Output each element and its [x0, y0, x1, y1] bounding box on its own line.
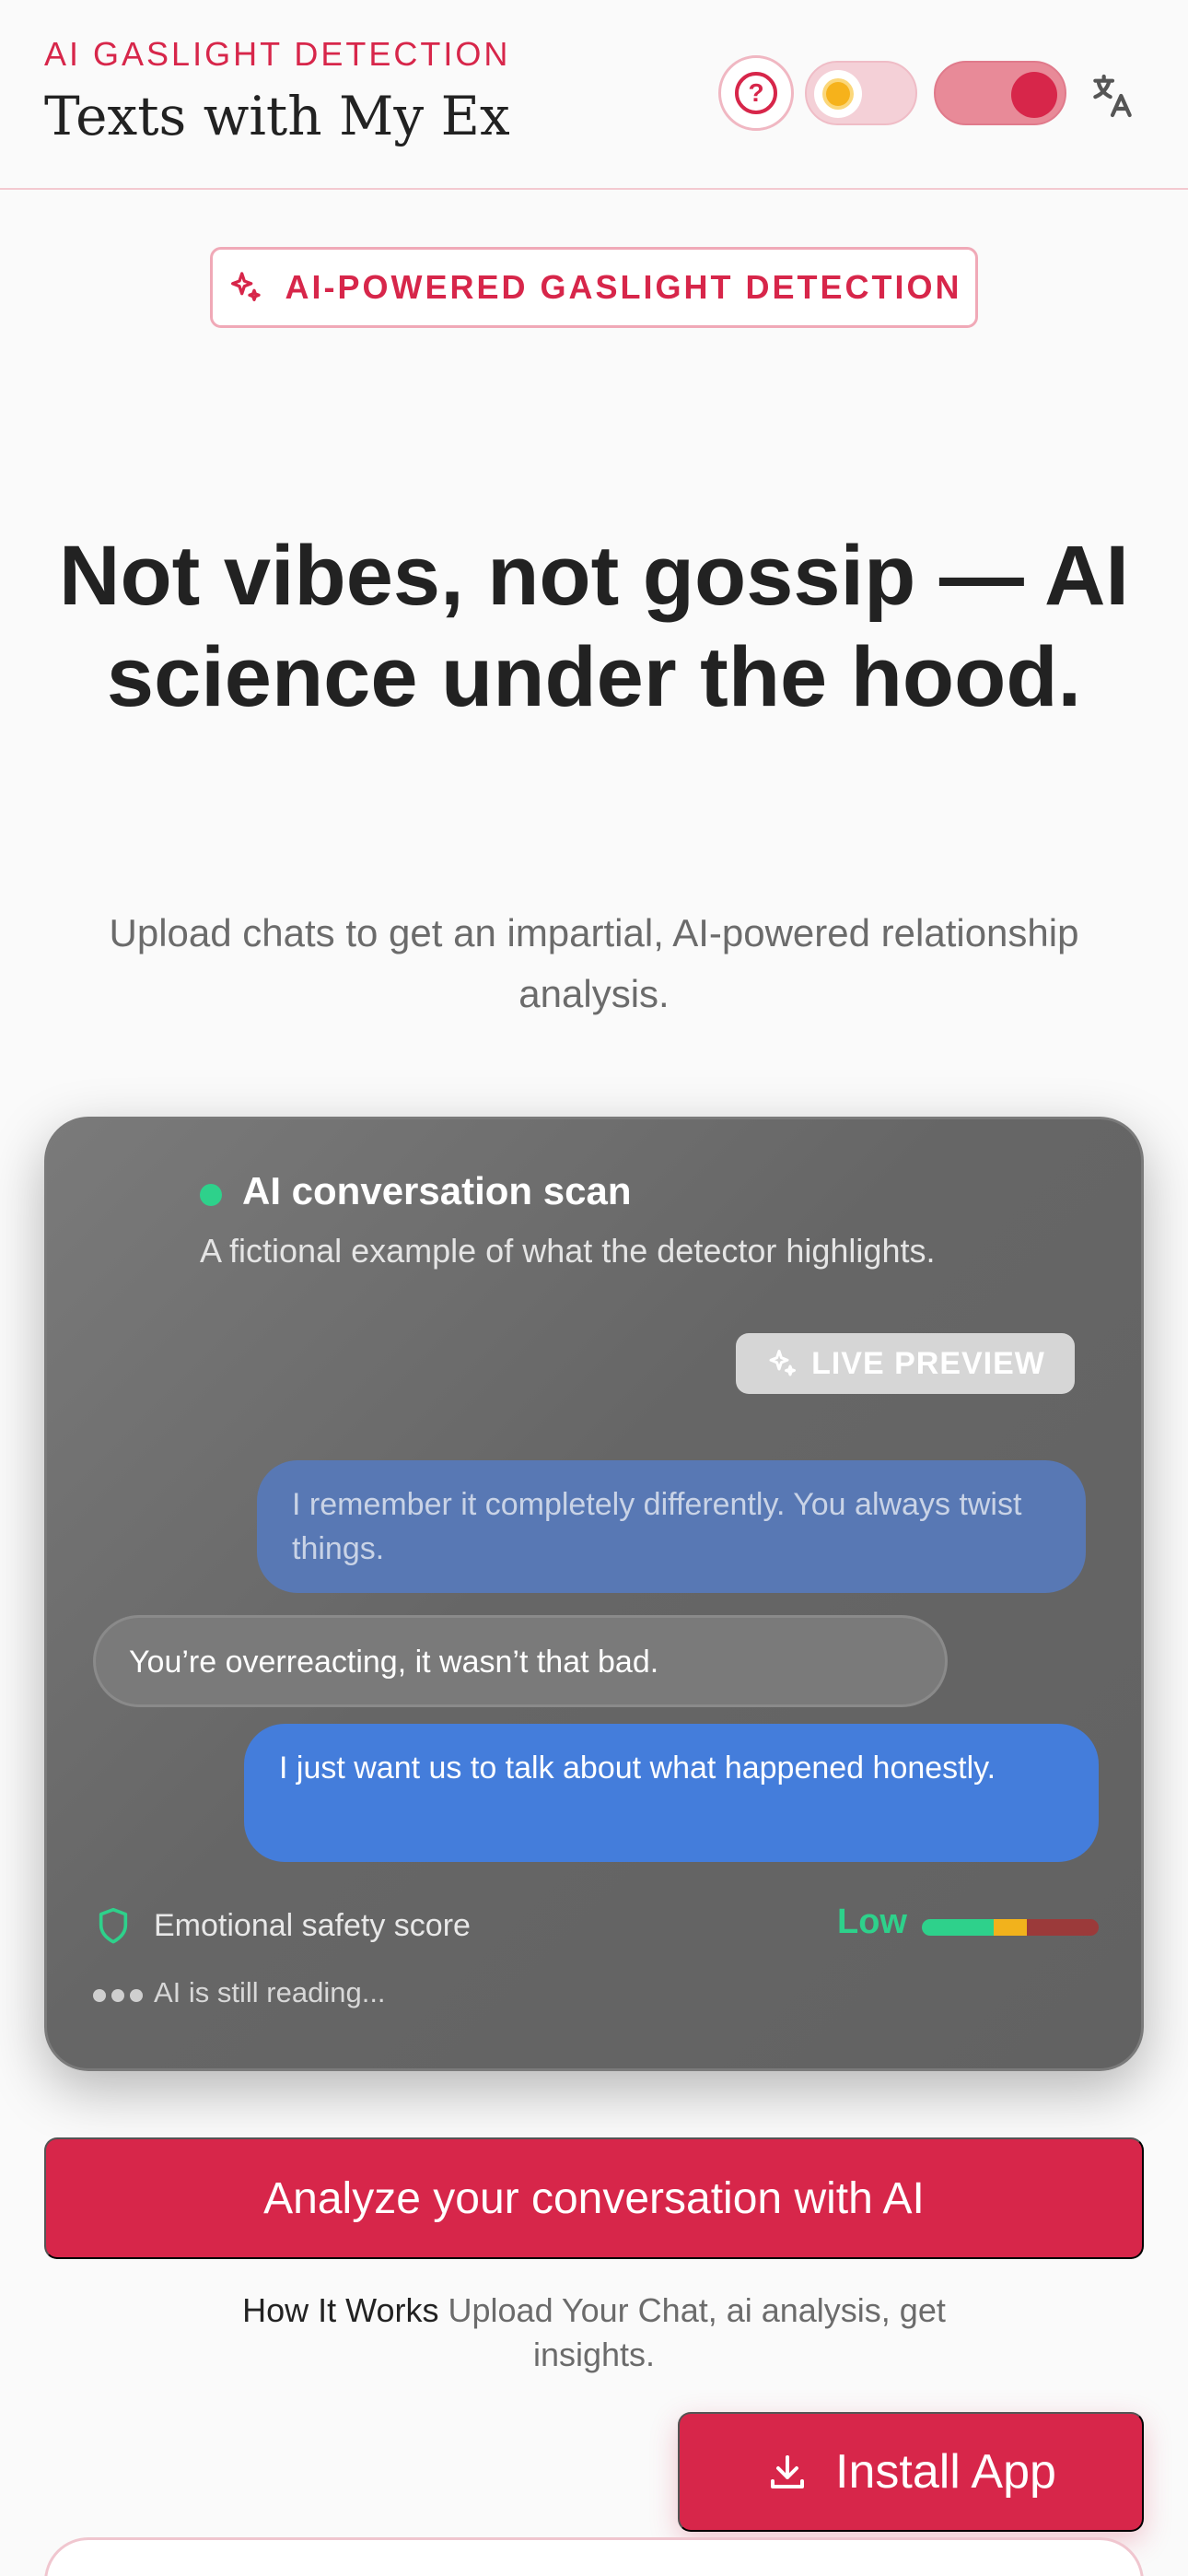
- brand-title: Texts with My Ex: [44, 85, 510, 147]
- badge-label: AI-POWERED GASLIGHT DETECTION: [285, 268, 962, 306]
- safety-score-value: Low: [837, 1903, 907, 1941]
- install-app-button[interactable]: Install App: [678, 2412, 1144, 2532]
- how-it-works-text: Upload Your Chat, ai analysis, get insig…: [438, 2291, 946, 2373]
- feature-badge: AI-POWERED GASLIGHT DETECTION: [210, 247, 978, 328]
- safety-score-label: Emotional safety score: [154, 1908, 471, 1943]
- chat-bubble-received: You’re overreacting, it wasn’t that bad.: [93, 1615, 948, 1707]
- meter-segment-warning: [994, 1919, 1027, 1936]
- analyze-conversation-button[interactable]: Analyze your conversation with AI: [44, 2137, 1144, 2259]
- translate-icon: [1093, 74, 1132, 118]
- shield-icon: [99, 1907, 128, 1944]
- typing-dots-icon: [93, 1989, 143, 2002]
- download-icon: [771, 2455, 805, 2488]
- language-button[interactable]: [1087, 70, 1138, 122]
- how-it-works-link[interactable]: How It Works: [242, 2291, 438, 2329]
- sun-icon: [826, 82, 850, 106]
- mode-toggle[interactable]: [934, 61, 1066, 125]
- live-preview-badge: LIVE PREVIEW: [736, 1333, 1075, 1394]
- analysis-status: AI is still reading...: [154, 1976, 386, 2008]
- hero-title-line-2: science under the hood.: [106, 630, 1082, 724]
- help-icon: ?: [735, 72, 777, 114]
- sparkles-icon: [230, 272, 261, 301]
- theme-toggle[interactable]: [805, 61, 917, 125]
- conversation-scan-preview: AI conversation scan A fictional example…: [44, 1117, 1144, 2071]
- app-header: AI GASLIGHT DETECTION Texts with My Ex ?: [0, 0, 1188, 190]
- hero-title: Not vibes, not gossip — AI science under…: [37, 525, 1151, 728]
- install-app-label: Install App: [835, 2445, 1056, 2499]
- theme-toggle-knob: [814, 70, 862, 118]
- preview-description: A fictional example of what the detector…: [200, 1232, 936, 1270]
- mode-toggle-knob: [1011, 72, 1057, 118]
- meter-segment-safe: [922, 1919, 994, 1936]
- preview-title: AI conversation scan: [242, 1169, 632, 1212]
- live-preview-label: LIVE PREVIEW: [811, 1345, 1045, 1381]
- chat-bubble-sent: I just want us to talk about what happen…: [244, 1724, 1099, 1862]
- safety-meter: [922, 1919, 1099, 1936]
- how-it-works: How It Works Upload Your Chat, ai analys…: [184, 2289, 1004, 2377]
- sparkles-icon: [769, 1350, 797, 1376]
- chat-bubble-sent: I remember it completely differently. Yo…: [257, 1460, 1086, 1593]
- help-button[interactable]: ?: [718, 55, 794, 131]
- next-section-card: [44, 2537, 1144, 2576]
- status-dot: [200, 1184, 222, 1206]
- hero-title-line-1: Not vibes, not gossip — AI: [59, 529, 1129, 623]
- meter-segment-danger: [1027, 1919, 1099, 1936]
- hero-subtitle: Upload chats to get an impartial, AI-pow…: [109, 911, 1079, 1015]
- brand-kicker: AI GASLIGHT DETECTION: [44, 35, 511, 73]
